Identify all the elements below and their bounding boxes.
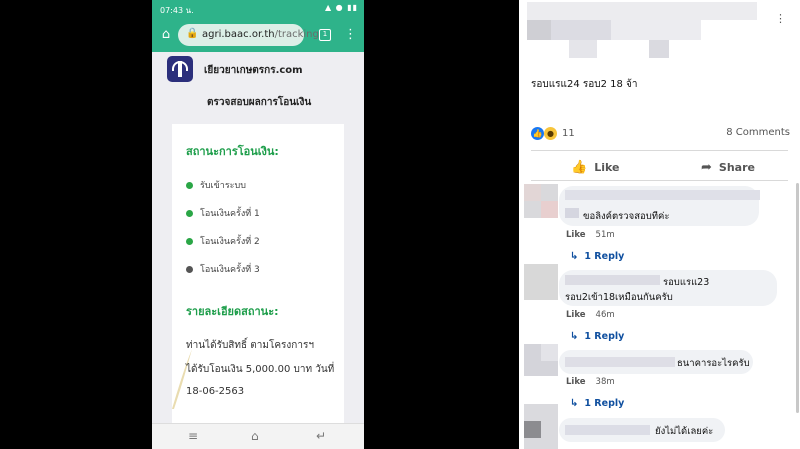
blurred-header — [527, 2, 757, 20]
comments-count[interactable]: 8 Comments — [726, 127, 790, 138]
reply-arrow-icon: ↳ — [570, 331, 579, 342]
status-card: สถานะการโอนเงิน: รับเข้าระบบ โอนเงินครั้… — [172, 124, 344, 434]
details-line-3: 18-06-2563 — [186, 386, 245, 397]
comment-actions: Like 46m — [566, 310, 615, 320]
blurred-commenter-name — [565, 357, 675, 367]
status-step-1: รับเข้าระบบ — [186, 178, 246, 192]
comment-text: รอบแรแ23 — [663, 277, 710, 288]
blurred-meta — [611, 20, 701, 40]
divider — [531, 180, 788, 181]
like-button[interactable]: 👍 Like — [571, 160, 619, 175]
commenter-avatar[interactable] — [524, 264, 558, 300]
comment-text-line-2: รอบ2เข้า18เหมือนกันครับ — [565, 292, 673, 303]
comment-like-link[interactable]: Like — [566, 310, 586, 320]
view-replies-link[interactable]: ↳ 1 Reply — [570, 251, 624, 262]
scrollbar[interactable] — [796, 183, 799, 413]
status-step-2: โอนเงินครั้งที่ 1 — [186, 206, 260, 220]
status-step-4: โอนเงินครั้งที่ 3 — [186, 262, 260, 276]
details-line-2: ได้รับโอนเงิน 5,000.00 บาท วันที่ — [186, 364, 335, 375]
comment-bubble: ธนาคารอะไรครับ — [559, 350, 753, 374]
blurred-commenter-name — [565, 275, 660, 285]
blurred-name — [551, 20, 611, 40]
nav-home-icon[interactable]: ⌂ — [251, 429, 259, 443]
thumbs-up-icon: 👍 — [571, 160, 588, 175]
leaf-decoration-icon — [172, 349, 192, 409]
comment-like-link[interactable]: Like — [566, 377, 586, 387]
blurred-meta-2 — [569, 40, 597, 58]
like-reaction-icon[interactable]: 👍 — [531, 127, 544, 140]
reply-arrow-icon: ↳ — [570, 251, 579, 262]
blurred-mention — [565, 208, 579, 218]
facebook-post-panel: ⋮ รอบแรแ24 รอบ2 18 จ้า 👍 ● 11 8 Comments… — [519, 0, 800, 449]
comment-bubble: ยังไม่ได้เลยค่ะ — [559, 418, 725, 442]
comment-bubble: รอบแรแ23 รอบ2เข้า18เหมือนกันครับ — [559, 270, 777, 306]
wow-reaction-icon[interactable]: ● — [544, 127, 557, 140]
commenter-avatar[interactable] — [524, 344, 558, 376]
step-done-icon — [186, 182, 193, 189]
comment-like-link[interactable]: Like — [566, 230, 586, 240]
share-arrow-icon: ➦ — [701, 160, 712, 175]
commenter-avatar[interactable] — [524, 184, 558, 218]
page-title: ตรวจสอบผลการโอนเงิน — [207, 97, 312, 108]
status-bar: 07:43 น. ▲ ● ▮▮ — [152, 0, 364, 18]
comment-text: ยังไม่ได้เลยค่ะ — [655, 426, 714, 437]
comment-bubble: ขอลิงค์ตรวจสอบทีค่ะ — [559, 186, 760, 226]
reply-arrow-icon: ↳ — [570, 398, 579, 409]
nav-back-icon[interactable]: ↵ — [316, 429, 326, 443]
overflow-menu-icon[interactable]: ⋮ — [344, 27, 357, 43]
reaction-count[interactable]: 11 — [562, 128, 575, 139]
site-name: เยียวยาเกษตรกร.com — [204, 65, 303, 76]
details-heading: รายละเอียดสถานะ: — [186, 305, 279, 318]
post-text: รอบแรแ24 รอบ2 18 จ้า — [531, 79, 638, 90]
tabs-icon[interactable]: 1 — [319, 29, 331, 41]
recent-apps-icon[interactable]: ≡ — [188, 429, 198, 443]
details-line-1: ท่านได้รับสิทธิ์ ตามโครงการฯ — [186, 340, 314, 351]
blurred-commenter-name — [565, 425, 650, 435]
comment-text: ธนาคารอะไรครับ — [677, 358, 750, 369]
status-time: 07:43 น. — [160, 6, 194, 15]
screenshot-canvas: { "phone": { "status": { "time": "07:43 … — [0, 0, 800, 449]
url-path: /tracking — [274, 29, 319, 40]
view-replies-link[interactable]: ↳ 1 Reply — [570, 398, 624, 409]
blurred-commenter-name — [565, 190, 760, 200]
step-pending-icon — [186, 266, 193, 273]
url-domain: agri.baac.or.th — [202, 29, 275, 40]
view-replies-link[interactable]: ↳ 1 Reply — [570, 331, 624, 342]
blurred-avatar — [527, 20, 551, 40]
status-icons: ▲ ● ▮▮ — [324, 3, 358, 12]
blurred-meta-3 — [649, 40, 669, 58]
divider — [531, 150, 788, 151]
lock-icon: 🔒 — [186, 28, 199, 39]
baac-logo — [167, 56, 193, 82]
comment-time: 46m — [595, 310, 615, 320]
comment-time: 51m — [595, 230, 615, 240]
share-button[interactable]: ➦ Share — [701, 160, 755, 175]
home-icon[interactable]: ⌂ — [158, 27, 174, 43]
more-options-icon[interactable]: ⋮ — [775, 12, 787, 25]
android-nav-bar: ≡ ⌂ ↵ — [152, 423, 364, 449]
url-text: agri.baac.or.th/tracking — [202, 29, 319, 40]
comment-actions: Like 51m — [566, 230, 615, 240]
step-done-icon — [186, 238, 193, 245]
step-done-icon — [186, 210, 193, 217]
phone-screenshot: 07:43 น. ▲ ● ▮▮ ⌂ 🔒 agri.baac.or.th/trac… — [152, 0, 364, 449]
comment-actions: Like 38m — [566, 377, 615, 387]
address-bar[interactable]: 🔒 agri.baac.or.th/tracking — [178, 24, 319, 46]
comment-time: 38m — [595, 377, 615, 387]
comment-text: ขอลิงค์ตรวจสอบทีค่ะ — [583, 211, 670, 222]
status-heading: สถานะการโอนเงิน: — [186, 145, 279, 158]
status-step-3: โอนเงินครั้งที่ 2 — [186, 234, 260, 248]
commenter-avatar[interactable] — [524, 404, 558, 449]
browser-toolbar: ⌂ 🔒 agri.baac.or.th/tracking 1 ⋮ — [152, 18, 364, 52]
